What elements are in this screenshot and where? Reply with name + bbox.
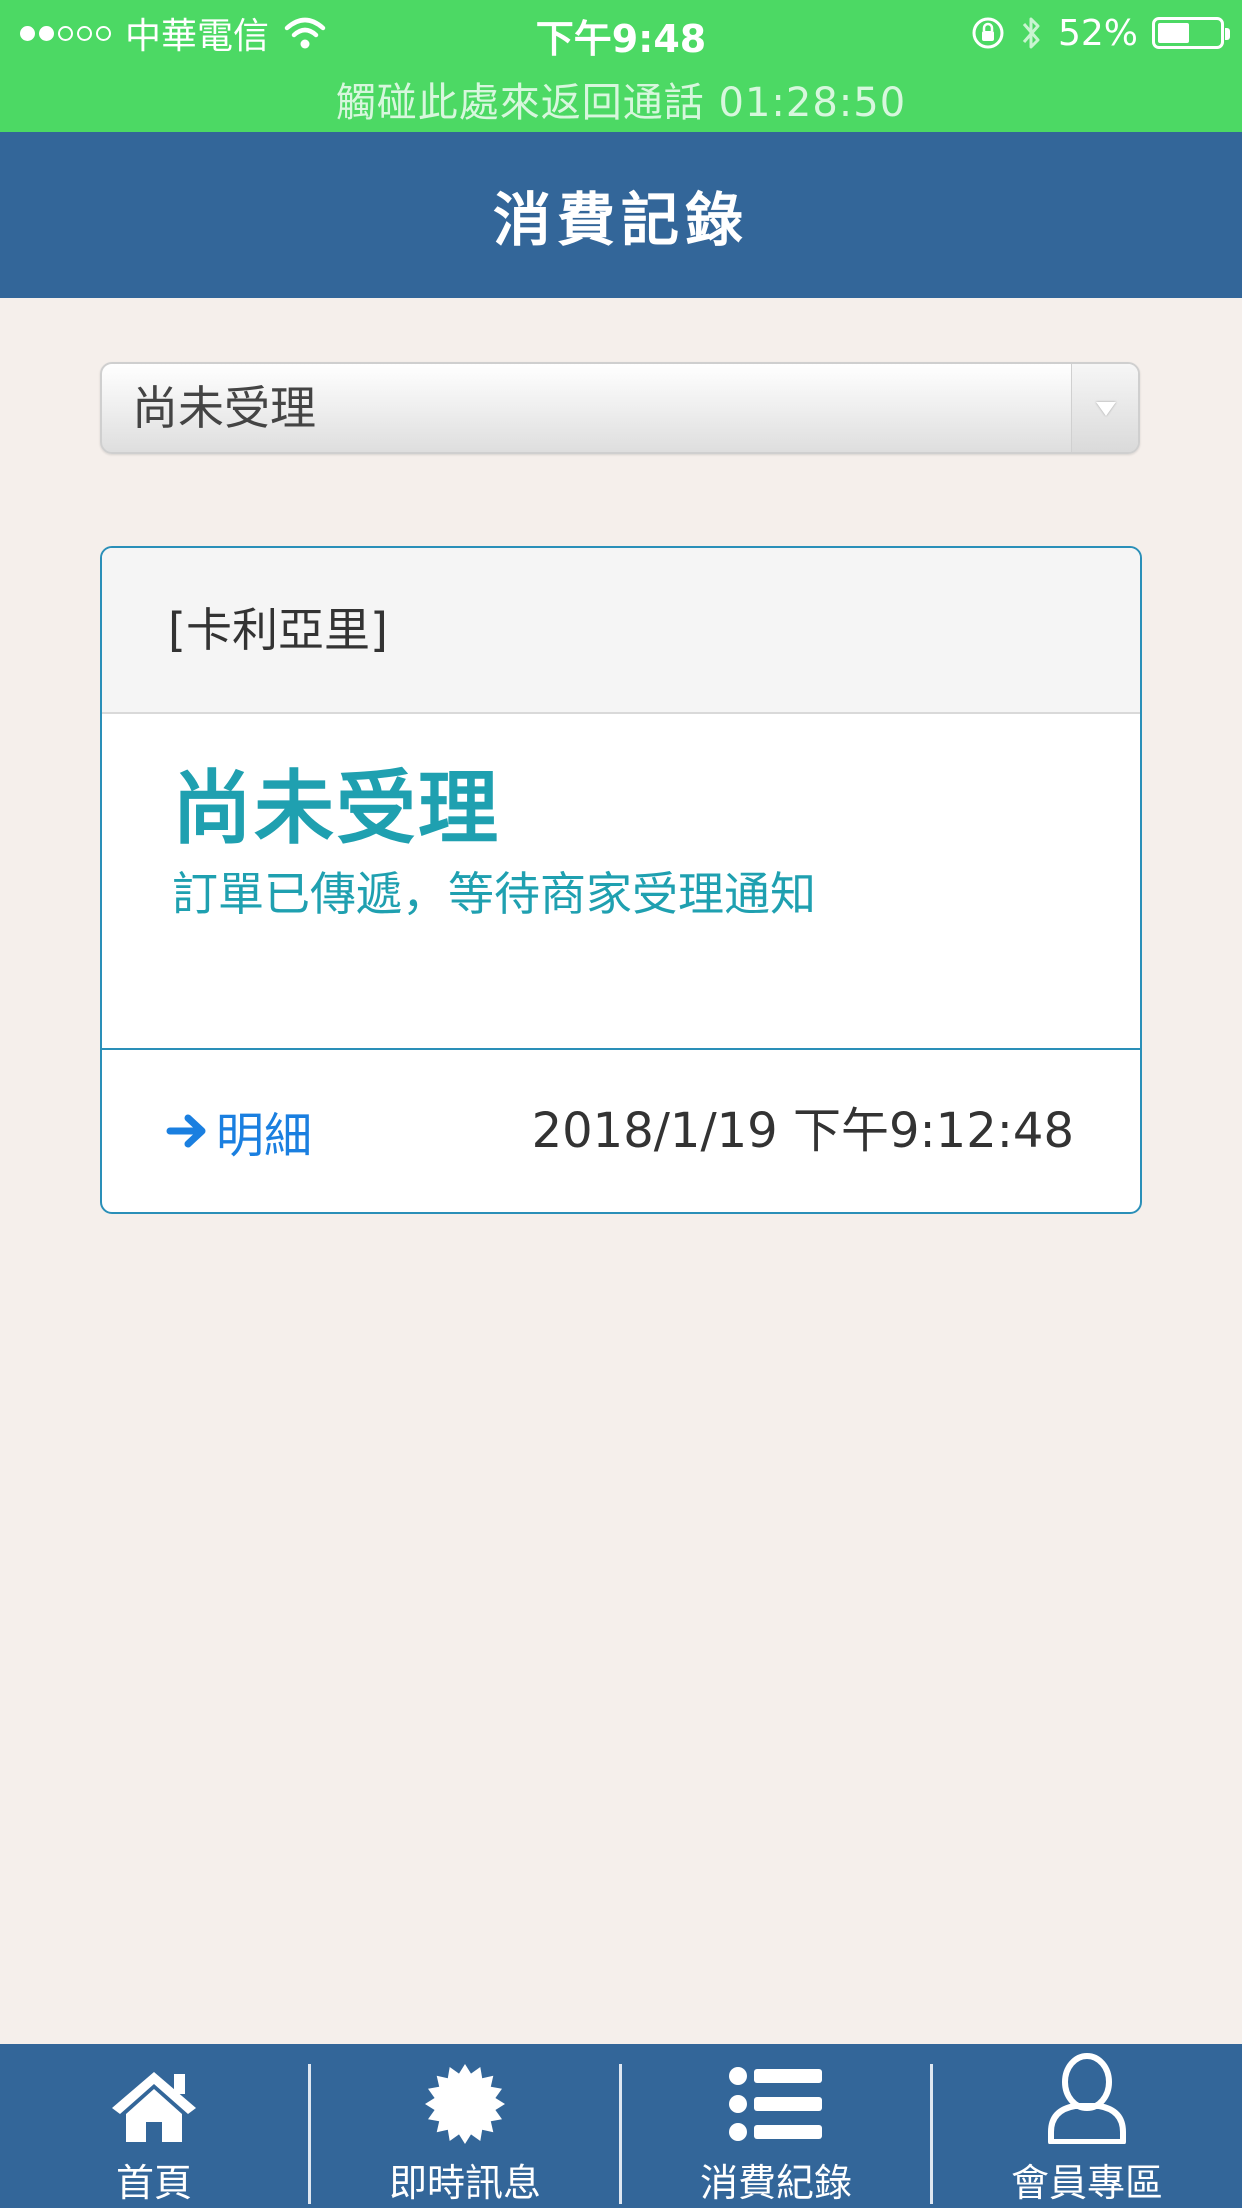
order-card: [卡利亞里] 尚未受理 訂單已傳遞，等待商家受理通知 明細 2018/1/19 … [100,546,1142,1214]
rotation-lock-icon [972,17,1004,49]
starburst-icon [425,2064,505,2144]
status-bar: 中華電信 下午9:48 52% 觸碰此處來返回通話 01:28:50 [0,0,1242,132]
tab-records-label: 消費紀錄 [699,2161,852,2205]
return-to-call-banner[interactable]: 觸碰此處來返回通話 01:28:50 [0,70,1242,128]
tab-messages-label: 即時訊息 [388,2161,541,2205]
dropdown-toggle[interactable] [1071,364,1138,452]
bottom-tab-bar: 首頁 即時訊息 消費紀錄 會員專區 [0,2044,1242,2208]
page-title: 消費記錄 [492,186,749,254]
status-filter-value: 尚未受理 [132,381,316,435]
tab-member-label: 會員專區 [1010,2161,1163,2205]
list-icon [729,2067,822,2141]
tab-messages[interactable]: 即時訊息 [311,2044,619,2208]
user-icon [1048,2053,1126,2144]
battery-percent: 52% [1057,12,1138,54]
tab-member[interactable]: 會員專區 [933,2044,1241,2208]
order-card-header: [卡利亞里] [102,548,1140,714]
bluetooth-icon [1022,17,1040,49]
order-status: 尚未受理 [172,762,500,855]
status-row: 中華電信 下午9:48 52% [0,0,1242,66]
tab-records[interactable]: 消費紀錄 [622,2044,930,2208]
home-icon [112,2072,196,2142]
shop-name: [卡利亞里] [168,603,388,657]
order-detail-label: 明細 [216,1108,313,1164]
order-datetime: 2018/1/19 下午9:12:48 [531,1103,1074,1159]
tab-home-label: 首頁 [115,2161,192,2205]
battery-icon [1152,17,1230,49]
tab-home[interactable]: 首頁 [0,2044,308,2208]
status-right: 52% [970,10,1230,56]
page-header: 消費記錄 [0,132,1242,298]
order-card-footer: 明細 2018/1/19 下午9:12:48 [102,1050,1140,1212]
order-status-message: 訂單已傳遞，等待商家受理通知 [172,867,816,921]
arrow-right-icon [166,1114,206,1148]
order-detail-link[interactable]: 明細 [166,1050,312,1212]
status-filter-select[interactable]: 尚未受理 [100,362,1140,454]
chevron-down-icon [1096,402,1116,416]
battery-level [1158,23,1189,43]
